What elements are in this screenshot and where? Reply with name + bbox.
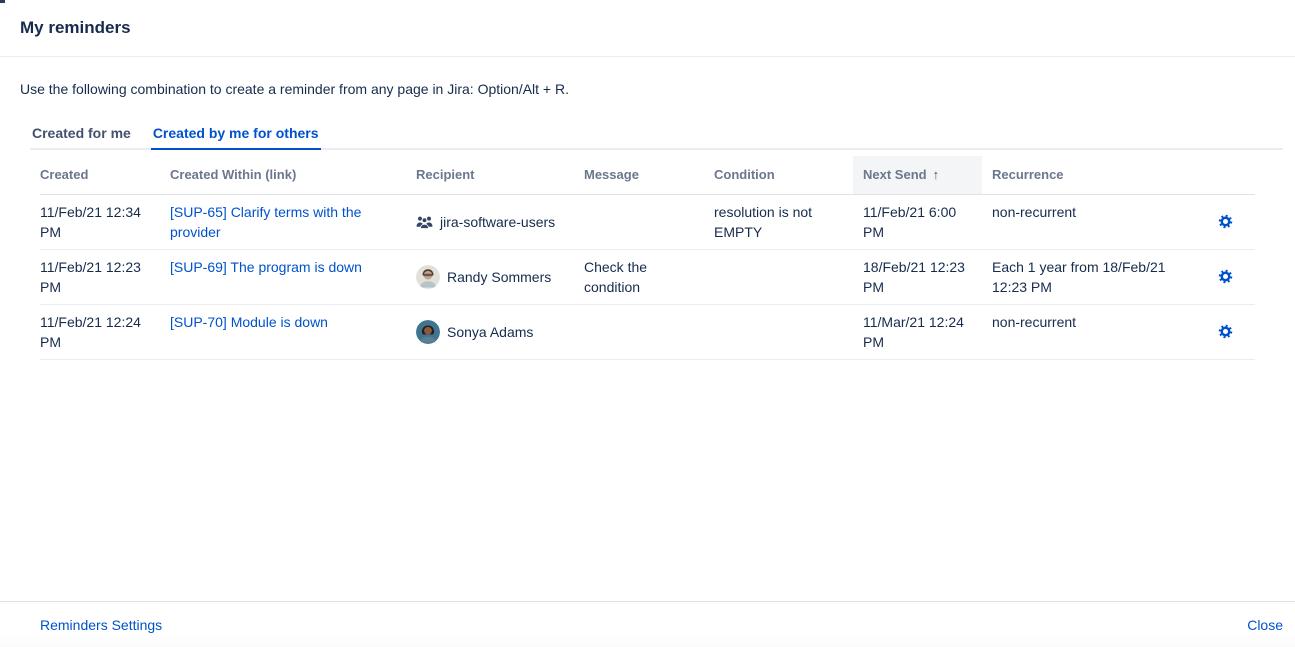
cell-recipient: Sonya Adams: [406, 304, 574, 359]
recipient-name: Randy Sommers: [447, 267, 551, 287]
reminders-table: Created Created Within (link) Recipient …: [40, 156, 1255, 360]
column-header-created[interactable]: Created: [40, 156, 160, 194]
dialog-footer: Reminders Settings Close: [0, 601, 1295, 647]
column-header-created-within[interactable]: Created Within (link): [160, 156, 406, 194]
cell-recipient: jira-software-users: [406, 194, 574, 249]
column-header-recurrence[interactable]: Recurrence: [982, 156, 1210, 194]
cell-next-send: 11/Feb/21 6:00 PM: [853, 194, 982, 249]
close-button[interactable]: Close: [1247, 617, 1283, 633]
reminder-settings-gear-button[interactable]: [1218, 214, 1233, 229]
avatar: [416, 265, 440, 289]
table-row: 11/Feb/21 12:34 PM [SUP-65] Clarify term…: [40, 194, 1255, 249]
dialog-header: My reminders: [0, 0, 1295, 57]
cell-created: 11/Feb/21 12:34 PM: [40, 194, 160, 249]
table-row: 11/Feb/21 12:23 PM [SUP-69] The program …: [40, 249, 1255, 304]
cell-condition: [704, 304, 853, 359]
cell-message: Check the condition: [574, 249, 704, 304]
cell-next-send: 11/Mar/21 12:24 PM: [853, 304, 982, 359]
tabs-row: Created for me Created by me for others: [30, 125, 1283, 150]
issue-link[interactable]: [SUP-65] Clarify terms with the provider: [170, 204, 361, 240]
my-reminders-dialog: My reminders Use the following combinati…: [0, 0, 1295, 647]
page-title: My reminders: [20, 18, 131, 38]
recipient-name: Sonya Adams: [447, 322, 533, 342]
cell-recipient: Randy Sommers: [406, 249, 574, 304]
cell-message: [574, 304, 704, 359]
sort-ascending-icon: ↑: [933, 167, 940, 182]
cell-condition: resolution is not EMPTY: [704, 194, 853, 249]
column-header-next-send-label: Next Send: [863, 167, 927, 182]
screen-corner-artifact: [0, 0, 5, 3]
cell-created-within: [SUP-65] Clarify terms with the provider: [160, 194, 406, 249]
column-header-condition[interactable]: Condition: [704, 156, 853, 194]
cell-recurrence: non-recurrent: [982, 194, 1210, 249]
reminders-table-wrap: Created Created Within (link) Recipient …: [40, 156, 1255, 360]
cell-created-within: [SUP-70] Module is down: [160, 304, 406, 359]
gear-icon: [1218, 324, 1233, 339]
cell-created: 11/Feb/21 12:23 PM: [40, 249, 160, 304]
cell-condition: [704, 249, 853, 304]
cell-actions: [1210, 249, 1255, 304]
cell-next-send: 18/Feb/21 12:23 PM: [853, 249, 982, 304]
column-header-recipient[interactable]: Recipient: [406, 156, 574, 194]
column-header-actions: [1210, 156, 1255, 194]
issue-link[interactable]: [SUP-69] The program is down: [170, 259, 362, 275]
cell-recurrence: Each 1 year from 18/Feb/21 12:23 PM: [982, 249, 1210, 304]
shortcut-instruction-text: Use the following combination to create …: [20, 81, 1275, 98]
dialog-body: Use the following combination to create …: [0, 57, 1295, 601]
recipient-name: jira-software-users: [440, 212, 555, 232]
table-row: 11/Feb/21 12:24 PM [SUP-70] Module is do…: [40, 304, 1255, 359]
reminders-settings-link[interactable]: Reminders Settings: [40, 617, 162, 633]
column-header-message[interactable]: Message: [574, 156, 704, 194]
gear-icon: [1218, 269, 1233, 284]
reminder-settings-gear-button[interactable]: [1218, 324, 1233, 339]
tab-created-for-me[interactable]: Created for me: [30, 125, 133, 150]
cell-actions: [1210, 194, 1255, 249]
cell-actions: [1210, 304, 1255, 359]
cell-created-within: [SUP-69] The program is down: [160, 249, 406, 304]
cell-message: [574, 194, 704, 249]
tab-created-by-me-for-others[interactable]: Created by me for others: [151, 125, 321, 150]
group-icon: [416, 215, 433, 229]
table-header-row: Created Created Within (link) Recipient …: [40, 156, 1255, 194]
cell-recurrence: non-recurrent: [982, 304, 1210, 359]
cell-created: 11/Feb/21 12:24 PM: [40, 304, 160, 359]
avatar: [416, 320, 440, 344]
reminder-settings-gear-button[interactable]: [1218, 269, 1233, 284]
issue-link[interactable]: [SUP-70] Module is down: [170, 314, 328, 330]
gear-icon: [1218, 214, 1233, 229]
column-header-next-send[interactable]: Next Send ↑: [853, 156, 982, 194]
